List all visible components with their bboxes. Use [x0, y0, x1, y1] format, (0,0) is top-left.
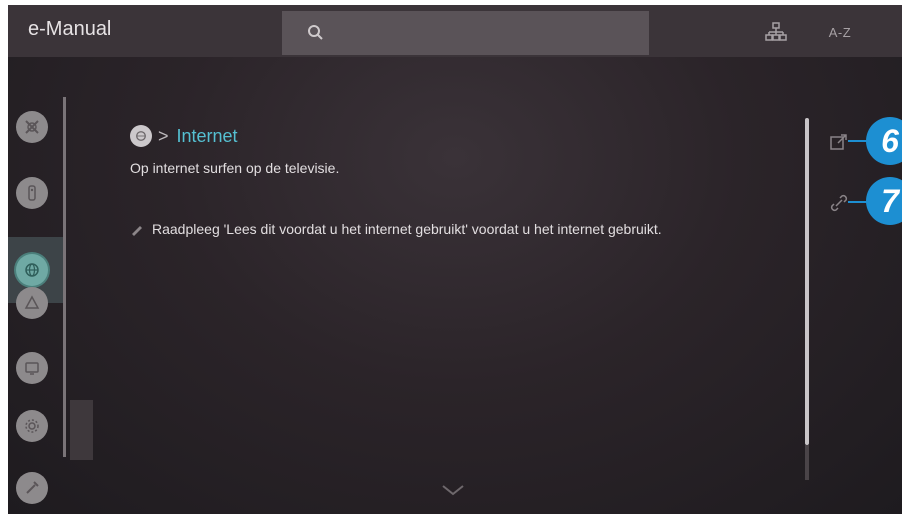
- sidebar-scrollbar[interactable]: [63, 97, 66, 457]
- open-link-icon[interactable]: [828, 131, 850, 153]
- settings-icon: [25, 419, 39, 433]
- nav-quick-guide[interactable]: [16, 111, 48, 143]
- nav-smart-features[interactable]: [16, 287, 48, 319]
- note-text: Raadpleeg 'Lees dit voordat u het intern…: [152, 221, 662, 237]
- nav-troubleshooting[interactable]: [16, 472, 48, 504]
- related-link-icon[interactable]: [828, 192, 850, 214]
- connections-icon: [25, 263, 39, 277]
- content-scrollbar[interactable]: [805, 118, 809, 445]
- quick-guide-icon: [25, 120, 39, 134]
- nav-settings[interactable]: [16, 410, 48, 442]
- page-description: Op internet surfen op de televisie.: [130, 160, 340, 176]
- nav-connections[interactable]: [16, 254, 48, 286]
- callout-connector: [848, 201, 868, 203]
- nav-tv-viewing[interactable]: [16, 352, 48, 384]
- content-scroll-track: [805, 445, 809, 480]
- search-icon: [308, 25, 323, 40]
- tv-viewing-icon: [25, 362, 39, 375]
- sitemap-icon: [765, 22, 787, 41]
- connections-small-icon: [136, 131, 146, 141]
- pencil-icon: [132, 226, 142, 236]
- callout-badge: 6: [866, 117, 902, 165]
- troubleshooting-icon: [26, 481, 39, 494]
- sidebar-scroll-thumb: [70, 400, 93, 460]
- home-icon[interactable]: [130, 125, 152, 147]
- remote-icon: [28, 185, 36, 201]
- app-title: e-Manual: [28, 18, 112, 40]
- top-bar: e-Manual A-Z: [8, 5, 902, 57]
- emanual-screen: e-Manual A-Z > Internet Op internet surf…: [8, 5, 902, 514]
- chevron-down-icon[interactable]: [440, 483, 466, 497]
- callout-badge: 7: [866, 177, 902, 225]
- chevron-right-icon: >: [158, 125, 169, 146]
- nav-remote[interactable]: [16, 177, 48, 209]
- search-input[interactable]: [282, 11, 649, 55]
- note-row: Raadpleeg 'Lees dit voordat u het intern…: [130, 221, 662, 237]
- smart-features-icon: [24, 295, 40, 309]
- callout-connector: [848, 140, 868, 142]
- index-az-button[interactable]: A-Z: [824, 17, 856, 47]
- sitemap-button[interactable]: [760, 17, 792, 47]
- breadcrumb: > Internet: [130, 125, 238, 147]
- az-label: A-Z: [828, 24, 852, 40]
- sidebar: [8, 97, 66, 514]
- page-title: Internet: [176, 125, 238, 146]
